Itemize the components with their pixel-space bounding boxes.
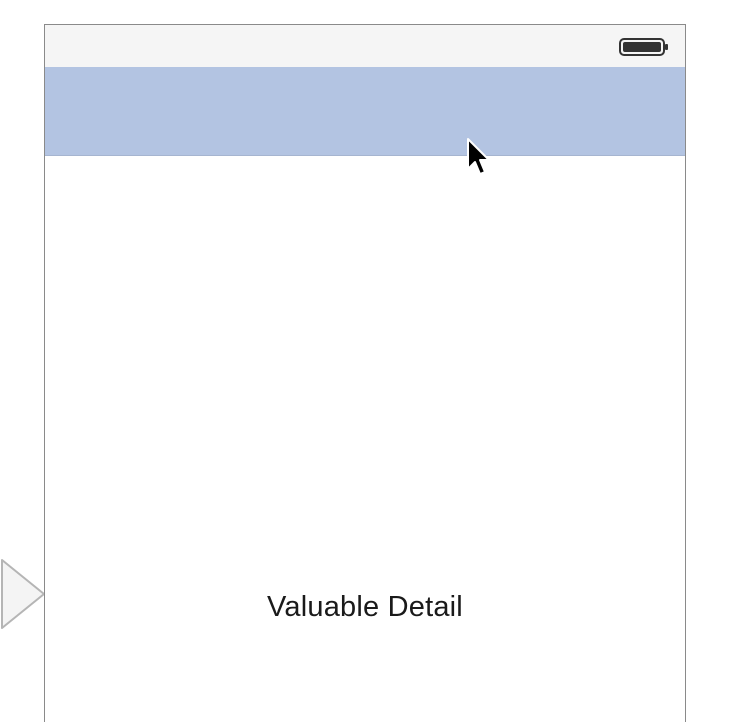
- detail-label[interactable]: Valuable Detail: [45, 591, 685, 624]
- segue-arrow-icon[interactable]: [0, 558, 48, 630]
- battery-icon: [619, 38, 668, 56]
- storyboard-canvas: Valuable Detail: [0, 0, 744, 722]
- status-bar: [45, 25, 685, 67]
- view-controller-scene[interactable]: Valuable Detail: [44, 24, 686, 722]
- navigation-bar[interactable]: [45, 67, 685, 156]
- mouse-pointer-icon: [467, 138, 490, 175]
